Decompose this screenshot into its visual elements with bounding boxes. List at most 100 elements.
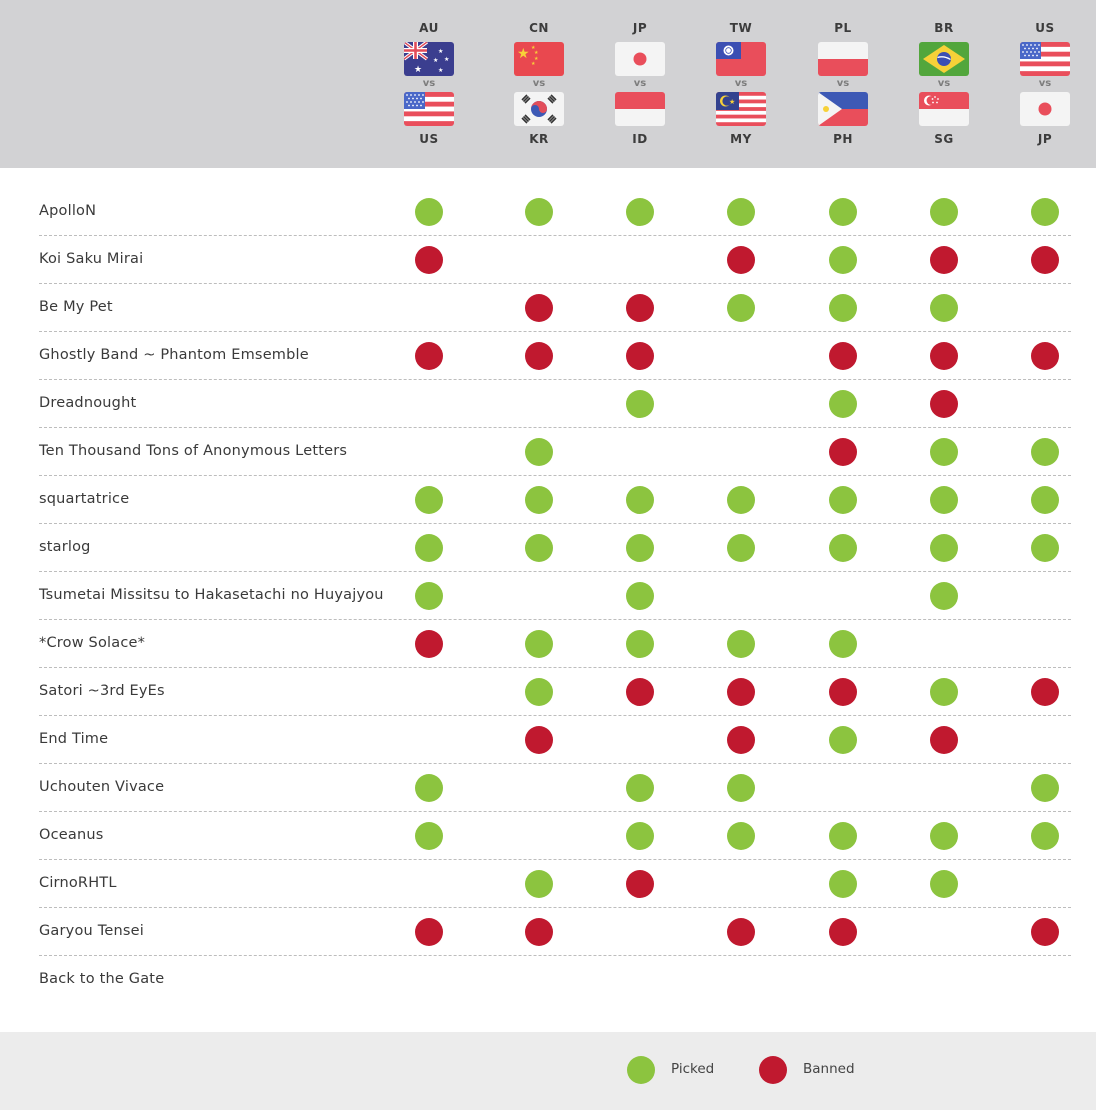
picked-marker: [930, 534, 958, 562]
team2-code: PH: [833, 132, 853, 146]
banned-marker: [829, 342, 857, 370]
picked-marker: [930, 198, 958, 226]
match-column-5: PL vs PH: [808, 0, 878, 168]
song-name: End Time: [39, 731, 109, 747]
picked-marker: [930, 870, 958, 898]
picked-marker: [626, 822, 654, 850]
banned-marker: [829, 678, 857, 706]
flag-au-icon: ★ ★ ★ ★ ★: [404, 42, 454, 76]
picked-marker: [727, 630, 755, 658]
song-name: Uchouten Vivace: [39, 779, 165, 795]
picked-marker: [525, 486, 553, 514]
picked-marker: [525, 630, 553, 658]
table-row: Ghostly Band ~ Phantom Emsemble: [39, 332, 1071, 380]
picked-marker: [727, 822, 755, 850]
picked-marker: [626, 630, 654, 658]
banned-marker: [525, 918, 553, 946]
picked-marker: [829, 534, 857, 562]
picked-marker: [626, 390, 654, 418]
picked-marker: [930, 678, 958, 706]
song-name: Koi Saku Mirai: [39, 251, 144, 267]
vs-label: vs: [422, 78, 436, 89]
flag-pl-icon: [818, 42, 868, 76]
banned-marker: [525, 294, 553, 322]
song-name: Ghostly Band ~ Phantom Emsemble: [39, 347, 309, 363]
table-row: *Crow Solace*: [39, 620, 1071, 668]
flag-ph-icon: [818, 92, 868, 126]
flag-br-icon: [919, 42, 969, 76]
table-row: Garyou Tensei: [39, 908, 1071, 956]
banned-marker: [727, 918, 755, 946]
table-row: Back to the Gate: [39, 956, 1071, 1004]
flag-id-icon: [615, 92, 665, 126]
banned-marker: [415, 630, 443, 658]
picked-marker: [525, 534, 553, 562]
table-row: squartatrice: [39, 476, 1071, 524]
picked-marker: [829, 198, 857, 226]
song-name: Be My Pet: [39, 299, 113, 315]
legend: Picked Banned: [0, 1032, 1096, 1110]
legend-picked-swatch: [627, 1056, 655, 1084]
svg-text:★: ★: [517, 46, 530, 62]
song-name: Garyou Tensei: [39, 923, 144, 939]
picked-marker: [626, 582, 654, 610]
picked-marker: [727, 294, 755, 322]
svg-text:★: ★: [438, 67, 443, 74]
picked-marker: [727, 534, 755, 562]
song-name: Ten Thousand Tons of Anonymous Letters: [39, 443, 348, 459]
vs-label: vs: [1038, 78, 1052, 89]
svg-text:★: ★: [433, 57, 438, 64]
banned-marker: [525, 726, 553, 754]
table-row: Be My Pet: [39, 284, 1071, 332]
flag-sg-icon: [919, 92, 969, 126]
table-row: Dreadnought: [39, 380, 1071, 428]
song-name: *Crow Solace*: [39, 635, 146, 651]
banned-marker: [415, 246, 443, 274]
banned-marker: [829, 918, 857, 946]
team1-code: PL: [834, 21, 852, 35]
banned-marker: [727, 726, 755, 754]
picked-marker: [626, 486, 654, 514]
team2-code: JP: [1037, 132, 1053, 146]
flag-tw-icon: [716, 42, 766, 76]
match-column-2: CN ★ ★ ★ ★ ★ vs KR: [504, 0, 574, 168]
flag-my-icon: ★: [716, 92, 766, 126]
banned-marker: [930, 342, 958, 370]
team1-code: AU: [419, 21, 439, 35]
match-column-1: AU ★ ★ ★ ★ ★ vs US: [394, 0, 464, 168]
song-name: Oceanus: [39, 827, 104, 843]
banned-marker: [626, 294, 654, 322]
picked-marker: [930, 294, 958, 322]
picked-marker: [1031, 534, 1059, 562]
team1-code: BR: [934, 21, 954, 35]
table-row: Satori ~3rd EyEs: [39, 668, 1071, 716]
picked-marker: [415, 822, 443, 850]
banned-marker: [626, 870, 654, 898]
song-name: Dreadnought: [39, 395, 137, 411]
table-row: Ten Thousand Tons of Anonymous Letters: [39, 428, 1071, 476]
picked-marker: [829, 630, 857, 658]
match-column-7: US vs JP: [1010, 0, 1080, 168]
banned-marker: [727, 246, 755, 274]
svg-text:★: ★: [444, 56, 449, 63]
banned-marker: [727, 678, 755, 706]
picked-marker: [1031, 822, 1059, 850]
table-row: CirnoRHTL: [39, 860, 1071, 908]
table-row: Koi Saku Mirai: [39, 236, 1071, 284]
team1-code: CN: [529, 21, 549, 35]
banned-marker: [930, 726, 958, 754]
picked-marker: [727, 774, 755, 802]
banned-marker: [415, 918, 443, 946]
banned-marker: [1031, 246, 1059, 274]
svg-text:★: ★: [729, 98, 735, 106]
team1-code: JP: [632, 21, 648, 35]
vs-label: vs: [937, 78, 951, 89]
picked-marker: [829, 870, 857, 898]
banned-marker: [1031, 678, 1059, 706]
team2-code: US: [419, 132, 439, 146]
banned-marker: [626, 342, 654, 370]
picked-marker: [626, 774, 654, 802]
banned-marker: [930, 246, 958, 274]
picked-marker: [727, 198, 755, 226]
banned-marker: [525, 342, 553, 370]
